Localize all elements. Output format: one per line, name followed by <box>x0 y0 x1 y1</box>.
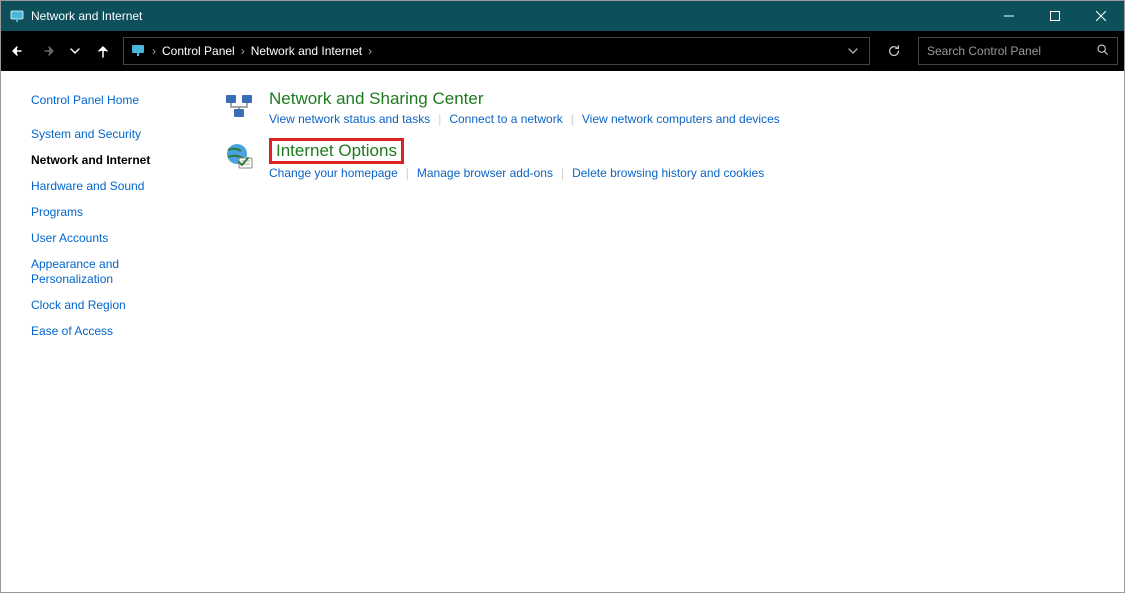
chevron-right-icon[interactable]: › <box>368 44 372 58</box>
breadcrumb-root[interactable]: Control Panel <box>162 44 235 58</box>
sidebar-item[interactable]: User Accounts <box>31 231 191 246</box>
maximize-button[interactable] <box>1032 1 1078 31</box>
sidebar-item[interactable]: Clock and Region <box>31 298 191 313</box>
separator: | <box>561 166 564 180</box>
separator: | <box>438 112 441 126</box>
category-section: Internet Options Change your homepage | Man… <box>221 138 1104 180</box>
sidebar-item[interactable]: Network and Internet <box>31 153 191 168</box>
window-controls <box>986 1 1124 31</box>
separator: | <box>571 112 574 126</box>
subtask-link[interactable]: Manage browser add-ons <box>417 166 553 180</box>
address-icon <box>130 42 146 61</box>
subtask-link[interactable]: Connect to a network <box>449 112 562 126</box>
breadcrumb-current[interactable]: Network and Internet <box>251 44 362 58</box>
search-input[interactable] <box>927 44 1090 58</box>
search-box[interactable] <box>918 37 1118 65</box>
window-icon <box>9 8 25 24</box>
chevron-right-icon[interactable]: › <box>152 44 156 58</box>
search-icon[interactable] <box>1096 43 1109 59</box>
sidebar-item[interactable]: Ease of Access <box>31 324 191 339</box>
titlebar: Network and Internet <box>1 1 1124 31</box>
subtask-link[interactable]: View network status and tasks <box>269 112 430 126</box>
main: Network and Sharing Center View network s… <box>201 71 1124 592</box>
navbar: › Control Panel › Network and Internet › <box>1 31 1124 71</box>
forward-button[interactable] <box>35 37 59 65</box>
separator: | <box>406 166 409 180</box>
sidebar-item[interactable]: System and Security <box>31 127 191 142</box>
close-button[interactable] <box>1078 1 1124 31</box>
sidebar-item[interactable]: Hardware and Sound <box>31 179 191 194</box>
sidebar-item[interactable]: Control Panel Home <box>31 93 191 108</box>
back-button[interactable] <box>7 37 31 65</box>
sidebar-item[interactable]: Appearance and Personalization <box>31 257 191 287</box>
window-title: Network and Internet <box>31 9 142 23</box>
sidebar: Control Panel Home System and Security Net… <box>1 71 201 592</box>
content: Control Panel Home System and Security Net… <box>1 71 1124 592</box>
refresh-button[interactable] <box>878 37 910 65</box>
address-bar[interactable]: › Control Panel › Network and Internet › <box>123 37 870 65</box>
internet-options-icon[interactable] <box>221 138 257 172</box>
sidebar-item[interactable]: Programs <box>31 205 191 220</box>
recent-locations-button[interactable] <box>63 37 87 65</box>
network-sharing-icon[interactable] <box>221 89 257 123</box>
subtask-link[interactable]: Delete browsing history and cookies <box>572 166 764 180</box>
subtask-link[interactable]: View network computers and devices <box>582 112 780 126</box>
up-button[interactable] <box>91 37 115 65</box>
subtask-link[interactable]: Change your homepage <box>269 166 398 180</box>
previous-locations-button[interactable] <box>843 41 863 61</box>
category-title[interactable]: Internet Options <box>269 138 404 164</box>
chevron-right-icon[interactable]: › <box>241 44 245 58</box>
category-title[interactable]: Network and Sharing Center <box>269 89 484 109</box>
minimize-button[interactable] <box>986 1 1032 31</box>
category-section: Network and Sharing Center View network s… <box>221 89 1104 126</box>
